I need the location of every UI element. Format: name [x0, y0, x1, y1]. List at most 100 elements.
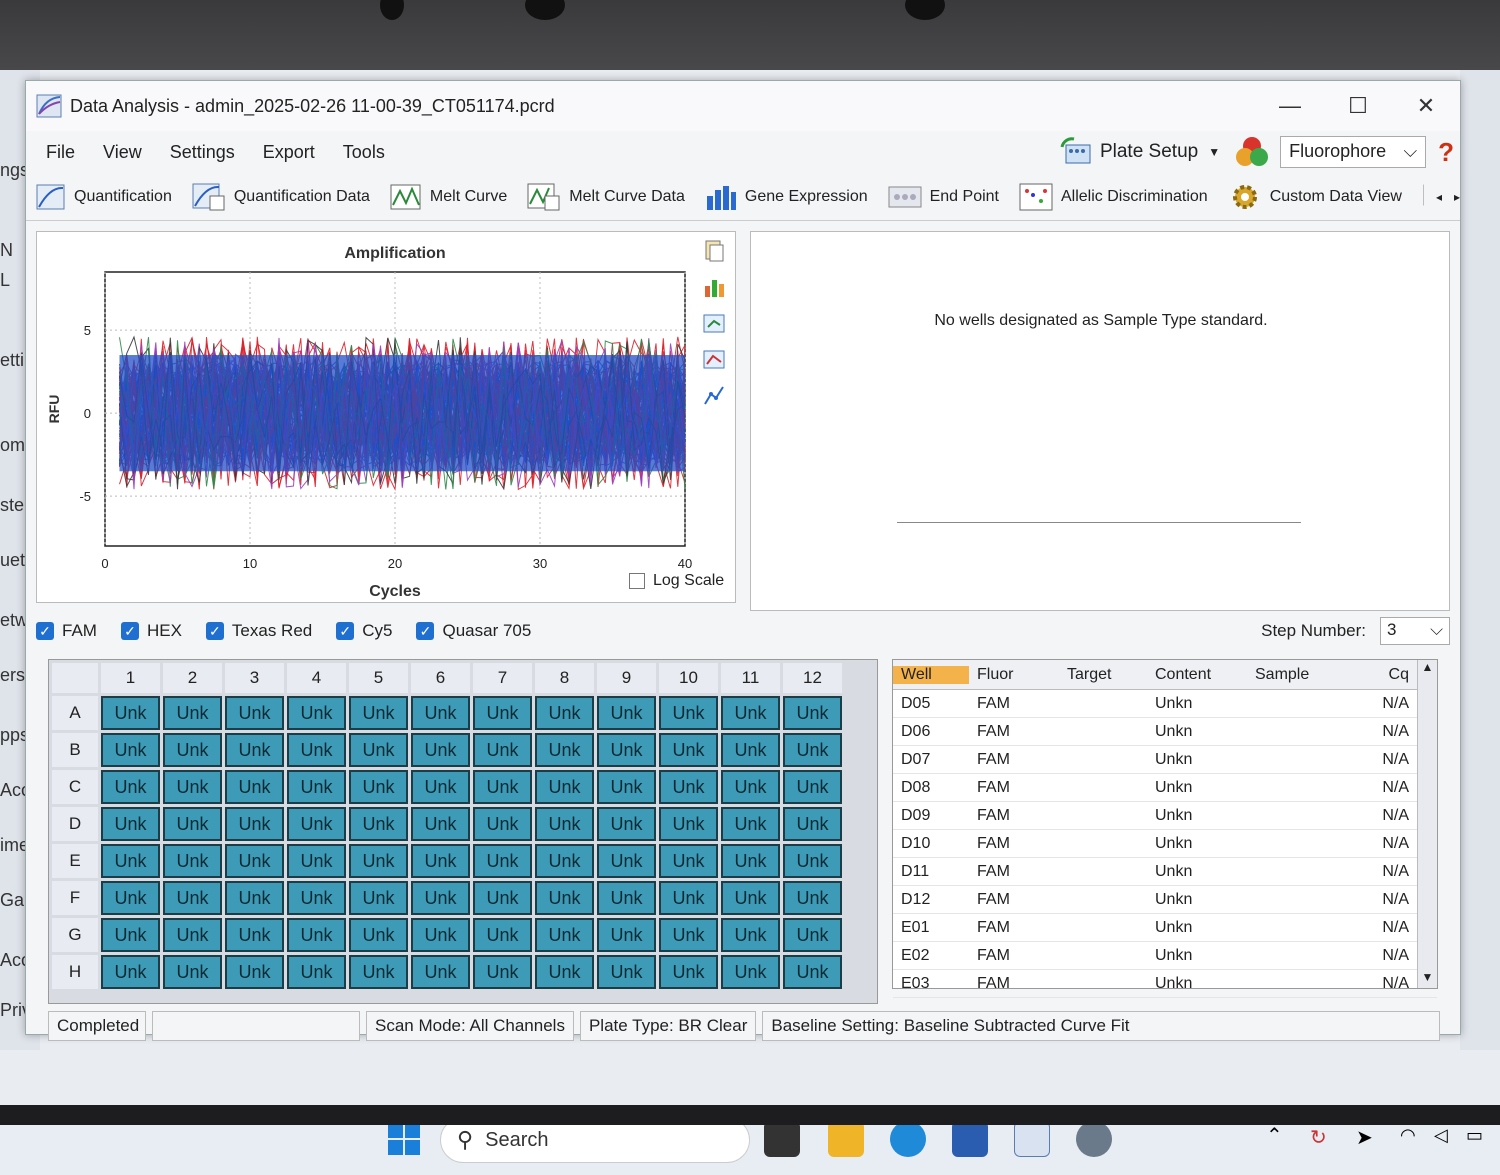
- close-button[interactable]: ✕: [1392, 93, 1460, 119]
- tab-quantification[interactable]: Quantification: [36, 183, 172, 211]
- plate-column-header[interactable]: 2: [163, 663, 222, 693]
- plate-well[interactable]: Unk: [535, 696, 594, 730]
- store-icon[interactable]: [952, 1121, 988, 1157]
- plate-well[interactable]: Unk: [225, 807, 284, 841]
- plate-row-header[interactable]: F: [52, 881, 98, 915]
- plate-row-header[interactable]: D: [52, 807, 98, 841]
- more-views-icon[interactable]: [1422, 183, 1424, 211]
- plate-well[interactable]: Unk: [659, 918, 718, 952]
- table-row[interactable]: D07FAMUnknN/A: [893, 746, 1437, 774]
- plate-well[interactable]: Unk: [163, 807, 222, 841]
- plate-row-header[interactable]: B: [52, 733, 98, 767]
- plate-well[interactable]: Unk: [163, 844, 222, 878]
- plate-well[interactable]: Unk: [101, 807, 160, 841]
- plate-well[interactable]: Unk: [349, 844, 408, 878]
- plate-well[interactable]: Unk: [535, 770, 594, 804]
- export-chart-icon[interactable]: [703, 312, 725, 334]
- table-row[interactable]: D10FAMUnknN/A: [893, 830, 1437, 858]
- plate-well[interactable]: Unk: [659, 844, 718, 878]
- col-header-sample[interactable]: Sample: [1247, 666, 1347, 684]
- plate-well[interactable]: Unk: [349, 770, 408, 804]
- plate-well[interactable]: Unk: [783, 955, 842, 989]
- plate-well[interactable]: Unk: [287, 770, 346, 804]
- plate-well[interactable]: Unk: [783, 918, 842, 952]
- table-row[interactable]: E03FAMUnknN/A: [893, 970, 1437, 998]
- edge-browser-icon[interactable]: [890, 1121, 926, 1157]
- plate-well[interactable]: Unk: [163, 770, 222, 804]
- plate-well[interactable]: Unk: [163, 955, 222, 989]
- plate-well[interactable]: Unk: [597, 844, 656, 878]
- plate-well[interactable]: Unk: [783, 696, 842, 730]
- plate-well[interactable]: Unk: [411, 733, 470, 767]
- plate-well[interactable]: Unk: [473, 955, 532, 989]
- cfx-maestro-icon[interactable]: [1014, 1121, 1050, 1157]
- table-row[interactable]: D11FAMUnknN/A: [893, 858, 1437, 886]
- plate-column-header[interactable]: 5: [349, 663, 408, 693]
- plate-column-header[interactable]: 7: [473, 663, 532, 693]
- table-row[interactable]: E01FAMUnknN/A: [893, 914, 1437, 942]
- copy-icon[interactable]: [703, 240, 725, 262]
- table-row[interactable]: D05FAMUnknN/A: [893, 690, 1437, 718]
- plate-well[interactable]: Unk: [721, 807, 780, 841]
- plate-well[interactable]: Unk: [535, 881, 594, 915]
- plate-column-header[interactable]: 6: [411, 663, 470, 693]
- plate-well[interactable]: Unk: [349, 807, 408, 841]
- plate-well[interactable]: Unk: [225, 881, 284, 915]
- plate-setup-button[interactable]: Plate Setup ▼: [1060, 137, 1220, 167]
- plate-well[interactable]: Unk: [163, 881, 222, 915]
- menu-settings[interactable]: Settings: [170, 142, 235, 163]
- plate-well[interactable]: Unk: [783, 733, 842, 767]
- task-view-icon[interactable]: [764, 1121, 800, 1157]
- scroll-down-icon[interactable]: ▼: [1418, 970, 1437, 984]
- file-explorer-icon[interactable]: [828, 1121, 864, 1157]
- battery-icon[interactable]: ▭: [1466, 1125, 1483, 1146]
- col-header-target[interactable]: Target: [1059, 666, 1147, 684]
- fluorophore-select[interactable]: Fluorophore ⌵: [1280, 136, 1426, 168]
- menu-tools[interactable]: Tools: [343, 142, 385, 163]
- plate-column-header[interactable]: 3: [225, 663, 284, 693]
- plate-corner[interactable]: [52, 663, 98, 693]
- plate-well[interactable]: Unk: [411, 918, 470, 952]
- plate-well[interactable]: Unk: [659, 955, 718, 989]
- plate-row-header[interactable]: E: [52, 844, 98, 878]
- plate-well[interactable]: Unk: [225, 733, 284, 767]
- plate-well[interactable]: Unk: [349, 881, 408, 915]
- col-header-fluor[interactable]: Fluor: [969, 666, 1059, 684]
- plate-well[interactable]: Unk: [597, 770, 656, 804]
- plate-column-header[interactable]: 8: [535, 663, 594, 693]
- plate-well[interactable]: Unk: [659, 770, 718, 804]
- plate-well[interactable]: Unk: [101, 844, 160, 878]
- plate-well[interactable]: Unk: [721, 696, 780, 730]
- menu-file[interactable]: File: [46, 142, 75, 163]
- plate-well[interactable]: Unk: [783, 770, 842, 804]
- plate-well[interactable]: Unk: [225, 918, 284, 952]
- plate-well[interactable]: Unk: [783, 881, 842, 915]
- minimize-button[interactable]: —: [1256, 93, 1324, 119]
- fluorophore-color-icon[interactable]: [1234, 135, 1270, 169]
- tab-gene-expression[interactable]: Gene Expression: [705, 182, 868, 212]
- tab-end-point[interactable]: End Point: [888, 186, 999, 208]
- curve-fit-icon[interactable]: [703, 384, 725, 406]
- plate-well[interactable]: Unk: [101, 696, 160, 730]
- plate-well[interactable]: Unk: [287, 733, 346, 767]
- plate-well[interactable]: Unk: [473, 770, 532, 804]
- tab-quantification-data[interactable]: Quantification Data: [192, 182, 370, 212]
- start-icon[interactable]: [386, 1121, 422, 1157]
- plate-well[interactable]: Unk: [535, 955, 594, 989]
- plate-column-header[interactable]: 4: [287, 663, 346, 693]
- col-header-well[interactable]: Well: [893, 666, 969, 684]
- plate-well[interactable]: Unk: [597, 696, 656, 730]
- plate-well[interactable]: Unk: [287, 881, 346, 915]
- grid-scrollbar[interactable]: ▲ ▼: [1417, 660, 1437, 988]
- plate-well[interactable]: Unk: [349, 733, 408, 767]
- settings-gear-icon[interactable]: [1076, 1121, 1112, 1157]
- plate-well[interactable]: Unk: [597, 807, 656, 841]
- plate-well[interactable]: Unk: [287, 807, 346, 841]
- table-row[interactable]: D09FAMUnknN/A: [893, 802, 1437, 830]
- plate-well[interactable]: Unk: [473, 696, 532, 730]
- plate-well[interactable]: Unk: [101, 881, 160, 915]
- plate-well[interactable]: Unk: [659, 807, 718, 841]
- plate-well[interactable]: Unk: [411, 807, 470, 841]
- plate-well[interactable]: Unk: [349, 955, 408, 989]
- checkbox-cy5[interactable]: ✓Cy5: [336, 621, 392, 641]
